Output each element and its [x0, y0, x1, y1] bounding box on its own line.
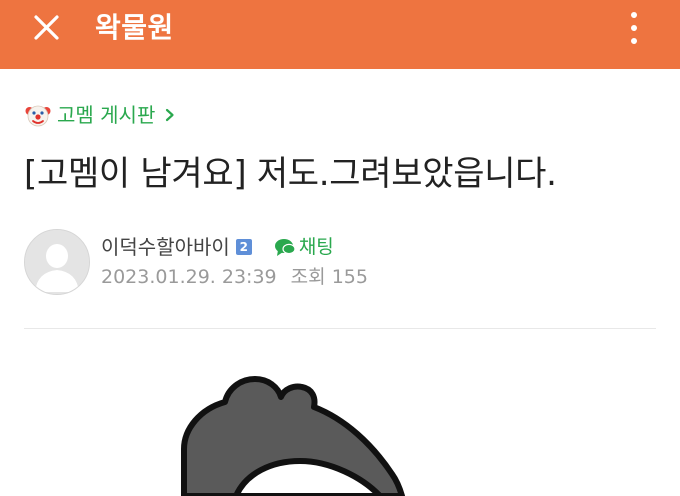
- more-vertical-icon: [631, 12, 637, 18]
- member-level-badge: 2: [235, 239, 252, 255]
- app-header: 왁물원: [0, 0, 680, 69]
- post-meta: 2023.01.29. 23:39 조회 155: [101, 264, 368, 290]
- chat-label: 채팅: [298, 236, 334, 258]
- post-date: 2023.01.29. 23:39: [101, 266, 277, 288]
- views-count: 155: [331, 266, 368, 288]
- chat-bubble-icon: [274, 239, 296, 256]
- post-title: [고멤이 남겨요] 저도.그려보았읍니다.: [24, 154, 557, 194]
- close-icon: [34, 15, 59, 40]
- default-avatar-icon: [25, 230, 89, 294]
- app-title: 왁물원: [95, 11, 174, 44]
- author-avatar[interactable]: [24, 229, 90, 295]
- clown-face-icon: [25, 105, 51, 127]
- board-name: 고멤 게시판: [57, 103, 156, 127]
- author-row: 이덕수할아바이 2 채팅: [101, 232, 334, 262]
- post-drawing-image: [0, 329, 680, 496]
- close-button[interactable]: [22, 10, 70, 58]
- chat-button[interactable]: 채팅: [274, 234, 334, 260]
- chevron-right-icon: [166, 108, 174, 122]
- more-menu-button[interactable]: [612, 8, 656, 60]
- views-label: 조회: [290, 266, 326, 288]
- author-name[interactable]: 이덕수할아바이: [101, 233, 230, 261]
- board-breadcrumb[interactable]: 고멤 게시판: [25, 101, 175, 129]
